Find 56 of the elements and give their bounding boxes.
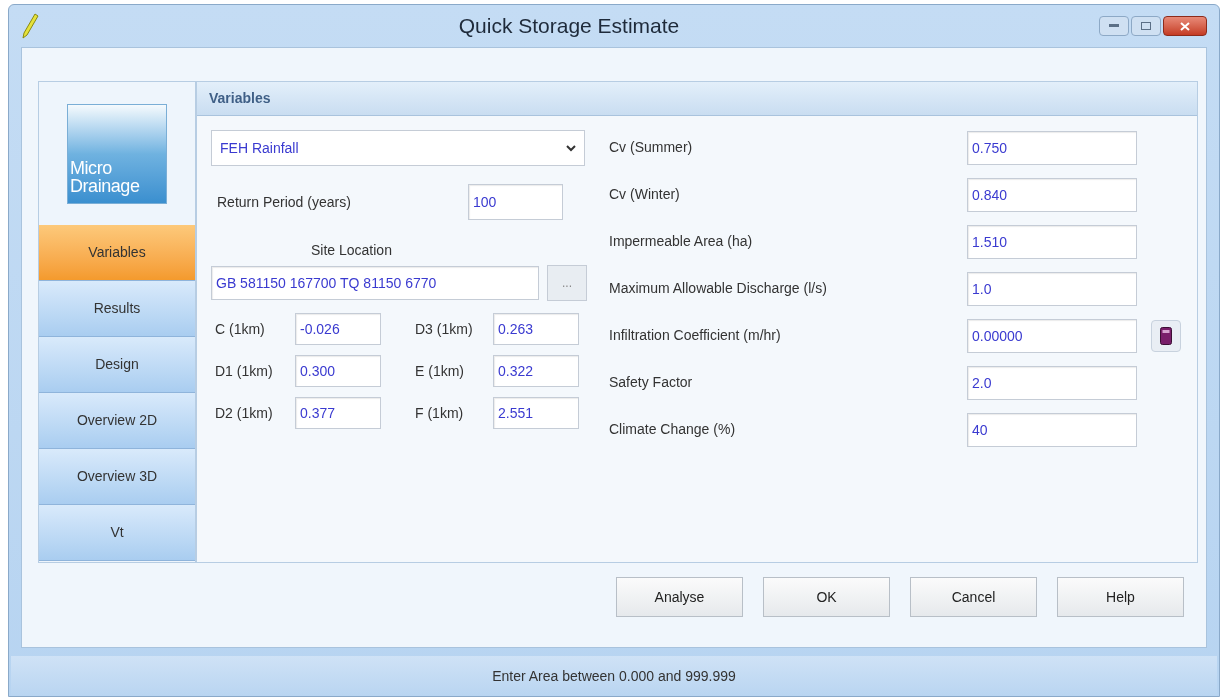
close-button[interactable] xyxy=(1163,16,1207,36)
field-label: Impermeable Area (ha) xyxy=(609,232,754,251)
field-label: E (1km) xyxy=(415,361,465,381)
input-field[interactable]: 0.840 xyxy=(967,177,1137,212)
sidebar-tab[interactable]: Design xyxy=(39,337,195,393)
sidebar-tab[interactable]: Results xyxy=(39,281,195,337)
input-field[interactable]: 100 xyxy=(468,184,563,220)
field-label: C (1km) xyxy=(215,319,266,339)
dialog-button[interactable]: Cancel xyxy=(910,577,1037,617)
input-field[interactable]: 0.322 xyxy=(493,355,579,387)
rainfall-dropdown[interactable]: FEH Rainfall xyxy=(211,130,585,166)
sidebar-tab[interactable]: Variables xyxy=(39,225,195,281)
input-field[interactable]: GB 581150 167700 TQ 81150 6770 xyxy=(211,266,539,300)
window-title: Quick Storage Estimate xyxy=(458,13,680,40)
input-field[interactable]: 1.0 xyxy=(967,271,1137,306)
field-label: Infiltration Coefficient (m/hr) xyxy=(609,326,782,345)
field-label: Climate Change (%) xyxy=(609,420,737,439)
dialog-button[interactable]: OK xyxy=(763,577,890,617)
status-text: Enter Area between 0.000 and 999.999 xyxy=(492,666,736,686)
field-label: F (1km) xyxy=(415,403,465,423)
logo-text: Drainage xyxy=(70,176,141,195)
sidebar-tab[interactable]: Overview 2D xyxy=(39,393,195,449)
input-field[interactable]: 0.750 xyxy=(967,130,1137,165)
field-label: Safety Factor xyxy=(609,373,694,392)
sidebar-tab[interactable]: Overview 3D xyxy=(39,449,195,505)
field-label: Maximum Allowable Discharge (l/s) xyxy=(609,279,828,298)
calculator-button[interactable] xyxy=(1151,319,1181,352)
input-field[interactable]: -0.026 xyxy=(295,313,381,345)
logo-text: Micro xyxy=(70,158,113,177)
input-field[interactable]: 0.300 xyxy=(295,355,381,387)
maximize-button[interactable] xyxy=(1131,16,1161,36)
chevron-down-icon xyxy=(566,144,576,152)
field-label: Return Period (years) xyxy=(216,192,352,212)
close-icon xyxy=(1180,21,1190,31)
input-field[interactable]: 0.377 xyxy=(295,397,381,429)
field-label: D1 (1km) xyxy=(215,361,274,381)
field-label: D2 (1km) xyxy=(215,403,274,423)
dialog-button[interactable]: Help xyxy=(1057,577,1184,617)
panel-title: Variables xyxy=(209,89,271,108)
dialog-button[interactable]: Analyse xyxy=(616,577,743,617)
field-label: Cv (Winter) xyxy=(609,185,681,204)
input-field[interactable]: 2.0 xyxy=(967,365,1137,400)
section-label: Site Location xyxy=(311,241,392,260)
field-label: D3 (1km) xyxy=(415,319,474,339)
sidebar-tab[interactable]: Vt xyxy=(39,505,195,561)
input-field[interactable]: 40 xyxy=(967,412,1137,447)
pencil-icon xyxy=(21,13,39,39)
input-field[interactable]: 0.263 xyxy=(493,313,579,345)
maximize-icon xyxy=(1141,22,1151,30)
calculator-icon xyxy=(1160,326,1172,345)
field-label: Cv (Summer) xyxy=(609,138,694,157)
input-field[interactable]: 2.551 xyxy=(493,397,579,429)
minimize-button[interactable] xyxy=(1099,16,1129,36)
input-field[interactable]: 0.00000 xyxy=(967,318,1137,353)
input-field[interactable]: 1.510 xyxy=(967,224,1137,259)
minimize-icon xyxy=(1109,24,1119,28)
